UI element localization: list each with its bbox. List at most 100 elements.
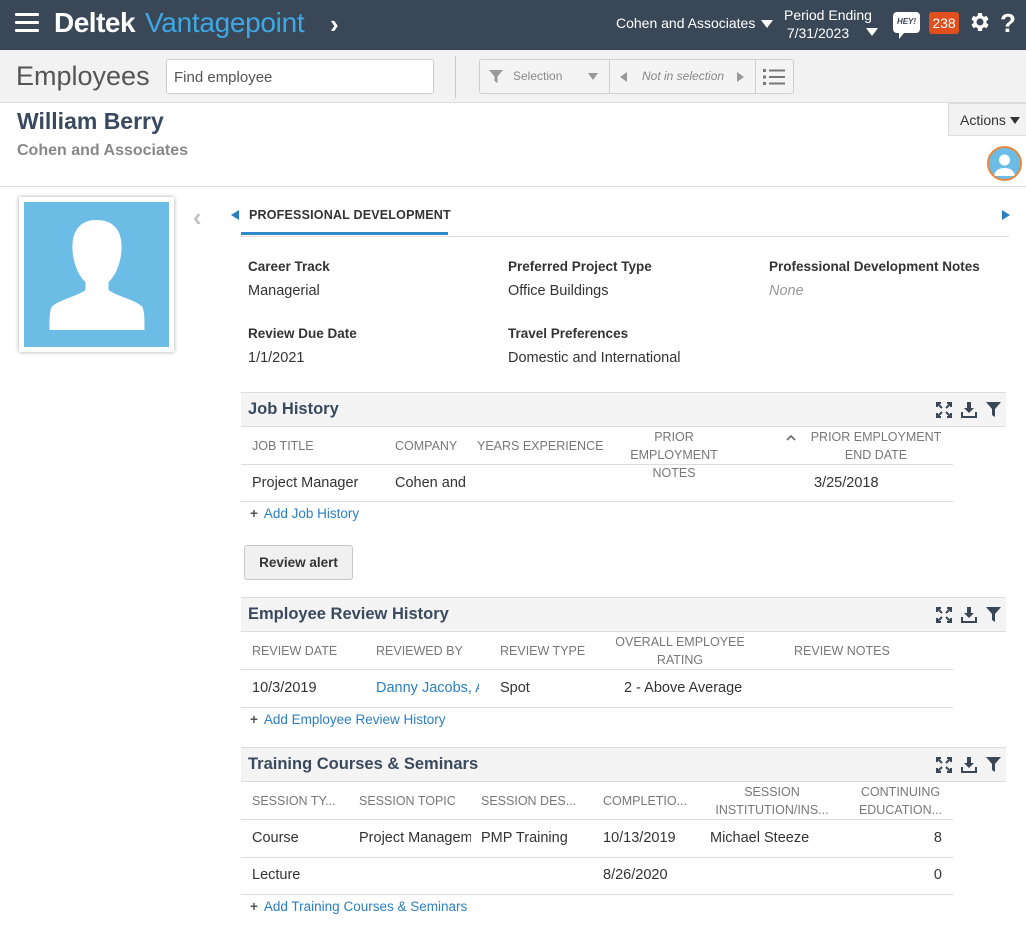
employee-photo[interactable]	[19, 197, 174, 352]
table-cell: Lecture	[252, 867, 301, 883]
period-label: Period Ending	[784, 7, 872, 23]
brand-product[interactable]: Vantagepoint	[145, 7, 305, 39]
download-icon[interactable]	[961, 402, 977, 418]
expand-icon[interactable]	[936, 402, 952, 418]
table-cell: 2 - Above Average	[624, 680, 743, 696]
previous-icon[interactable]	[620, 72, 627, 82]
list-icon[interactable]	[763, 69, 785, 85]
column-header[interactable]: SESSION TY...	[252, 792, 336, 810]
add-link-label: Add Training Courses & Seminars	[263, 899, 468, 914]
column-header[interactable]: PRIOR EMPLOYMENT NOTES	[609, 428, 739, 482]
chevron-down-icon	[1010, 117, 1020, 124]
actions-menu-button[interactable]: Actions	[948, 103, 1026, 136]
review-alert-button[interactable]: Review alert	[244, 545, 353, 580]
tab-scroll-left-icon[interactable]	[231, 210, 239, 220]
table-cell: 3/25/2018	[814, 475, 879, 491]
column-header[interactable]: CONTINUING EDUCATION...	[853, 783, 948, 819]
period-selector[interactable]: Period Ending 7/31/2023	[784, 6, 872, 42]
actions-label: Actions	[960, 112, 1006, 128]
dev-notes-value[interactable]: None	[769, 283, 804, 299]
grid-header: Employee Review History	[241, 597, 1006, 632]
expand-icon[interactable]	[936, 607, 952, 623]
tab-scroll-right-icon[interactable]	[1002, 210, 1010, 220]
career-track-label: Career Track	[248, 259, 330, 274]
chevron-left-icon[interactable]: ‹	[193, 202, 202, 233]
review-history-grid: Employee Review History REVIEW DATE REVI…	[241, 597, 1006, 737]
column-header[interactable]: REVIEW DATE	[252, 642, 337, 660]
chevron-right-icon[interactable]: ›	[330, 9, 339, 40]
review-due-value[interactable]: 1/1/2021	[248, 350, 304, 366]
add-job-history-link[interactable]: + Add Job History	[250, 506, 359, 521]
find-employee-input[interactable]: Find employee	[166, 59, 434, 94]
grid-header: Job History	[241, 392, 1006, 427]
funnel-icon[interactable]	[986, 607, 1001, 622]
funnel-icon[interactable]	[986, 402, 1001, 417]
row-divider	[241, 857, 953, 858]
table-cell: 10/13/2019	[603, 830, 676, 846]
row-divider	[241, 501, 953, 502]
table-cell: PMP Training	[481, 830, 568, 846]
avatar-placeholder-icon	[24, 202, 169, 347]
add-review-history-link[interactable]: + Add Employee Review History	[250, 712, 445, 727]
next-icon[interactable]	[737, 72, 744, 82]
company-name: Cohen and Associates	[616, 15, 756, 31]
row-divider	[241, 819, 953, 820]
user-avatar-icon[interactable]	[987, 146, 1022, 181]
table-cell: 10/3/2019	[252, 680, 317, 696]
funnel-icon[interactable]	[986, 757, 1001, 772]
hub-toolbar: Employees Find employee Selection Not in…	[0, 50, 1026, 103]
column-header[interactable]: COMPLETIO...	[603, 792, 687, 810]
column-header[interactable]: OVERALL EMPLOYEE RATING	[615, 633, 745, 669]
expand-icon[interactable]	[936, 757, 952, 773]
reviewer-link[interactable]: Danny Jacobs, A	[376, 680, 479, 696]
grid-tools	[936, 757, 1001, 775]
hamburger-menu-icon[interactable]	[15, 13, 39, 33]
add-training-link[interactable]: + Add Training Courses & Seminars	[250, 899, 467, 914]
help-icon[interactable]: ?	[1000, 8, 1016, 39]
chevron-down-icon	[588, 73, 598, 80]
table-cell: 8	[933, 830, 942, 846]
table-cell: 0	[933, 867, 942, 883]
download-icon[interactable]	[961, 757, 977, 773]
column-header[interactable]: REVIEW NOTES	[794, 642, 890, 660]
sort-asc-icon[interactable]	[786, 434, 796, 441]
column-header[interactable]: JOB TITLE	[252, 437, 314, 455]
row-divider	[241, 669, 953, 670]
project-type-value[interactable]: Office Buildings	[508, 283, 608, 299]
period-chevron-down-icon[interactable]	[866, 28, 878, 36]
not-in-selection-label: Not in selection	[642, 69, 725, 83]
column-header[interactable]: COMPANY	[395, 437, 457, 455]
training-grid: Training Courses & Seminars SESSION TY..…	[241, 747, 1006, 925]
record-name: William Berry	[17, 108, 164, 134]
column-header[interactable]: REVIEW TYPE	[500, 642, 585, 660]
grid-title: Training Courses & Seminars	[248, 755, 479, 773]
column-header[interactable]: SESSION INSTITUTION/INS...	[707, 783, 837, 819]
record-organization: Cohen and Associates	[17, 142, 189, 159]
column-header[interactable]: SESSION DES...	[481, 792, 576, 810]
dev-notes-label: Professional Development Notes	[769, 259, 980, 274]
chat-hey-icon[interactable]: HEY!	[893, 12, 920, 39]
hub-title: Employees	[16, 61, 150, 91]
gear-icon[interactable]	[967, 10, 991, 40]
header-divider	[0, 186, 1026, 187]
notification-count-badge[interactable]: 238	[929, 12, 959, 34]
column-header[interactable]: YEARS EXPERIENCE	[477, 437, 603, 455]
not-in-selection-nav[interactable]: Not in selection	[610, 60, 756, 93]
grid-tools	[936, 402, 1001, 420]
table-cell: Michael Steeze	[710, 830, 810, 846]
travel-value[interactable]: Domestic and International	[508, 350, 681, 366]
company-switcher[interactable]: Cohen and Associates	[616, 15, 774, 31]
add-link-label: Add Employee Review History	[263, 712, 446, 727]
row-divider	[241, 464, 953, 465]
grid-tools	[936, 607, 1001, 625]
selection-dropdown[interactable]: Selection	[480, 60, 610, 93]
period-date: 7/31/2023	[786, 25, 850, 41]
brand-name[interactable]: Deltek	[54, 7, 136, 39]
career-track-value[interactable]: Managerial	[248, 283, 320, 299]
column-header[interactable]: SESSION TOPIC	[359, 792, 456, 810]
table-cell: Spot	[500, 680, 530, 696]
column-header[interactable]: PRIOR EMPLOYMENT END DATE	[806, 428, 946, 464]
column-header[interactable]: REVIEWED BY	[376, 642, 463, 660]
download-icon[interactable]	[961, 607, 977, 623]
travel-label: Travel Preferences	[508, 326, 629, 341]
